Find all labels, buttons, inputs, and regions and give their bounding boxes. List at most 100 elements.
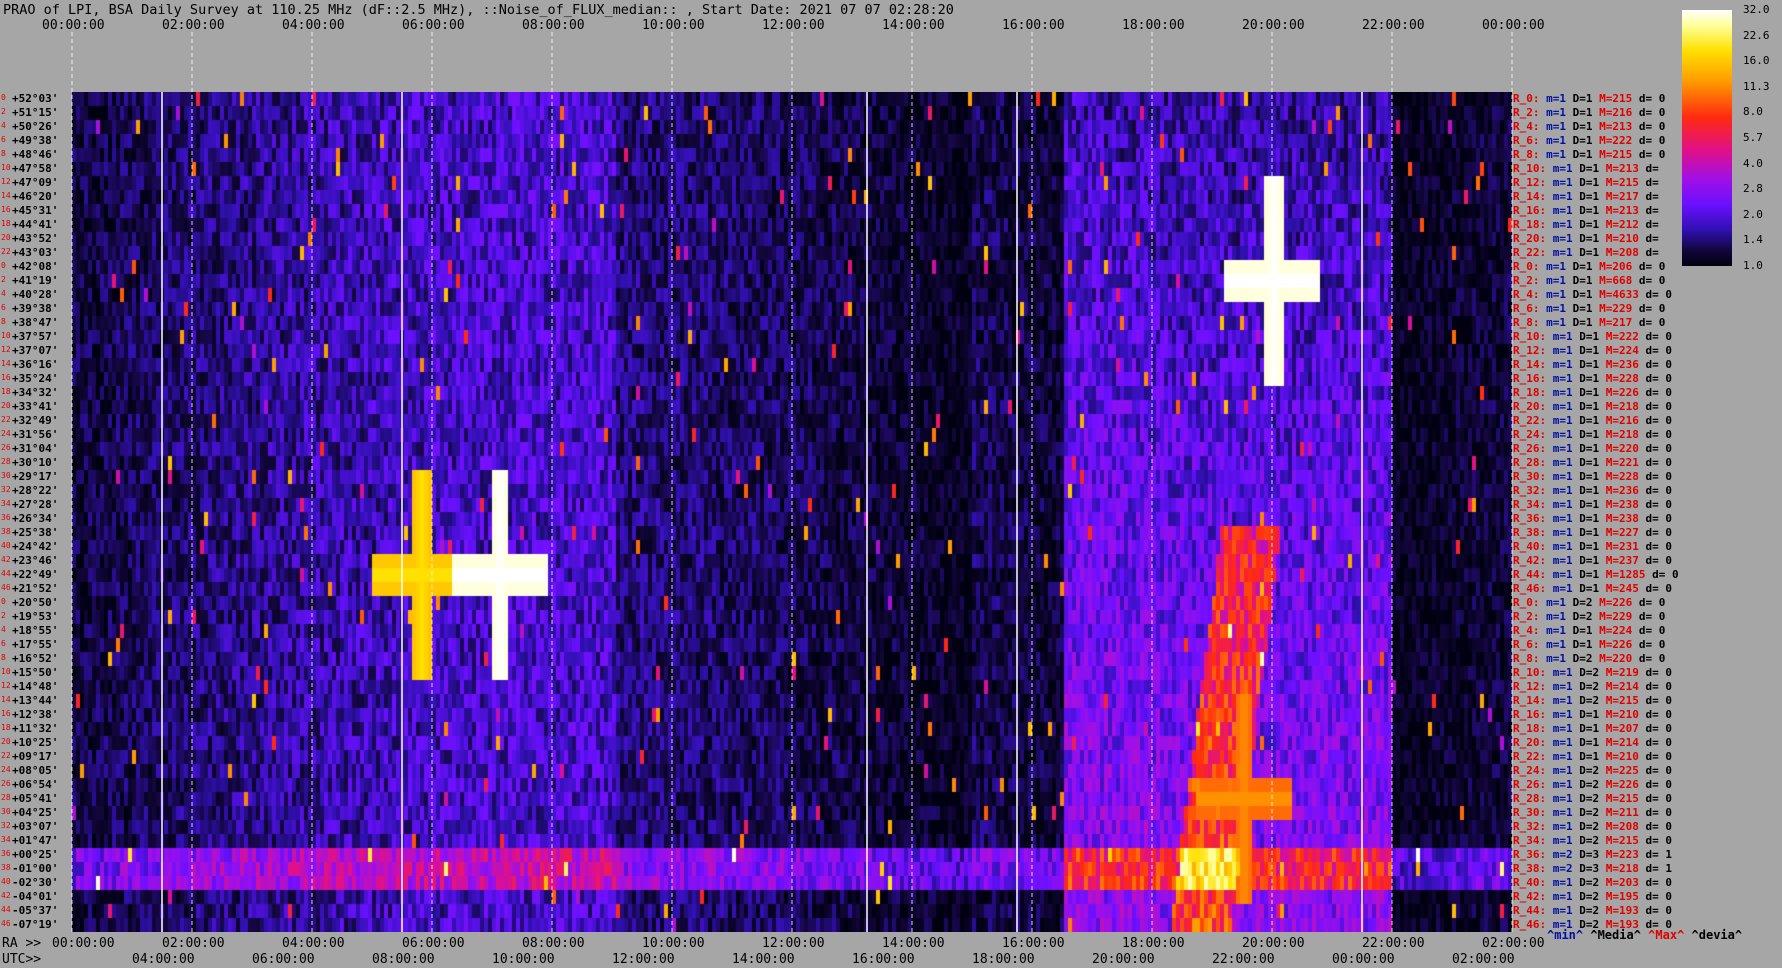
stat-devia: d=	[1645, 246, 1659, 259]
stat-ray: R_24:	[1513, 428, 1553, 441]
stat-ray: R_26:	[1513, 442, 1553, 455]
row-index: 26	[1, 443, 11, 452]
stat-ray: R_6:	[1513, 638, 1547, 651]
stat-row: R_28: m=1 D=2 M=215 d= 0	[1513, 792, 1672, 805]
row-index: 0	[1, 93, 6, 102]
stat-median: D=1	[1579, 512, 1606, 525]
stat-devia: d= 0	[1652, 568, 1679, 581]
stat-median: D=1	[1572, 288, 1600, 301]
stat-row: R_18: m=1 D=1 M=226 d= 0	[1513, 386, 1672, 399]
declination-label: +12°38'	[12, 708, 59, 721]
stat-row: R_10: m=1 D=2 M=219 d= 0	[1513, 666, 1672, 679]
heatmap-plot	[72, 92, 1512, 932]
stat-ray: R_30:	[1513, 806, 1553, 819]
stat-row: R_32: m=1 D=2 M=208 d= 0	[1513, 820, 1672, 833]
utc-tick-label: 04:00:00	[132, 952, 195, 967]
ra-tick-label: 14:00:00	[882, 936, 945, 951]
stat-max: M=223	[1605, 848, 1646, 861]
stat-devia: d= 0	[1645, 358, 1673, 371]
stat-devia: d=	[1645, 162, 1659, 175]
stat-median: D=1	[1572, 106, 1600, 119]
legend-min: ^min^	[1547, 928, 1584, 942]
ra-axis-label: RA >>	[2, 936, 42, 951]
stat-row: R_26: m=1 D=2 M=226 d= 0	[1513, 778, 1672, 791]
row-index: 36	[1, 513, 11, 522]
row-index: 4	[1, 625, 6, 634]
row-index: 12	[1, 177, 11, 186]
row-index: 0	[1, 261, 6, 270]
stat-ray: R_22:	[1513, 414, 1553, 427]
stat-median: D=1	[1572, 92, 1600, 105]
stat-median: D=2	[1579, 666, 1606, 679]
stat-devia: d= 0	[1638, 610, 1666, 623]
stat-median: D=2	[1579, 834, 1606, 847]
stat-min: m=1	[1552, 820, 1580, 833]
stat-row: R_42: m=1 D=1 M=237 d= 0	[1513, 554, 1672, 567]
stat-min: m=1	[1552, 708, 1580, 721]
stat-ray: R_22:	[1513, 750, 1553, 763]
stat-ray: R_4:	[1513, 624, 1547, 637]
stat-row: R_40: m=1 D=2 M=203 d= 0	[1513, 876, 1672, 889]
row-index: 32	[1, 485, 11, 494]
colorbar-tick-label: 22.6	[1743, 28, 1770, 42]
stat-row: R_18: m=1 D=1 M=207 d= 0	[1513, 722, 1672, 735]
stat-row: R_34: m=1 D=1 M=238 d= 0	[1513, 498, 1672, 511]
stat-max: M=220	[1605, 442, 1646, 455]
row-index: 30	[1, 471, 11, 480]
stat-devia: d= 0	[1645, 582, 1673, 595]
utc-tick-label: 12:00:00	[612, 952, 675, 967]
stat-min: m=1	[1552, 330, 1580, 343]
stat-row: R_38: m=2 D=3 M=218 d= 1	[1513, 862, 1672, 875]
stat-min: m=1	[1552, 666, 1580, 679]
stat-max: M=218	[1605, 862, 1646, 875]
stat-min: m=1	[1546, 106, 1573, 119]
stat-row: R_14: m=1 D=2 M=215 d= 0	[1513, 694, 1672, 707]
stat-devia: d= 0	[1645, 540, 1673, 553]
declination-label: +43°52'	[12, 232, 59, 245]
stat-row: R_20: m=1 D=1 M=214 d= 0	[1513, 736, 1672, 749]
stat-median: D=2	[1579, 778, 1606, 791]
stat-max: M=219	[1605, 666, 1646, 679]
stat-ray: R_12:	[1513, 176, 1553, 189]
stat-row: R_8: m=1 D=1 M=215 d= 0	[1513, 148, 1665, 161]
legend-max: ^Max^	[1648, 928, 1685, 942]
stat-max: M=226	[1599, 596, 1639, 609]
stat-min: m=1	[1552, 442, 1580, 455]
declination-label: +01°47'	[12, 834, 59, 847]
stat-devia: d= 0	[1645, 778, 1673, 791]
stat-row: R_12: m=1 D=1 M=224 d= 0	[1513, 344, 1672, 357]
stat-ray: R_18:	[1513, 386, 1553, 399]
stat-devia: d=	[1645, 190, 1659, 203]
stat-median: D=1	[1579, 582, 1606, 595]
row-index: 40	[1, 541, 11, 550]
row-index: 14	[1, 359, 11, 368]
stat-row: R_0: m=1 D=1 M=215 d= 0	[1513, 92, 1665, 105]
stat-row: R_24: m=1 D=1 M=218 d= 0	[1513, 428, 1672, 441]
stat-median: D=1	[1579, 540, 1606, 553]
row-index: 44	[1, 905, 11, 914]
stat-median: D=2	[1579, 876, 1606, 889]
ra-tick-label: 00:00:00	[52, 936, 115, 951]
row-index: 46	[1, 583, 11, 592]
stat-row: R_8: m=1 D=1 M=217 d= 0	[1513, 316, 1665, 329]
stat-median: D=1	[1579, 736, 1606, 749]
stat-median: D=1	[1579, 176, 1606, 189]
stat-median: D=1	[1579, 190, 1606, 203]
top-tick-label: 12:00:00	[762, 18, 825, 33]
stat-ray: R_0:	[1513, 92, 1547, 105]
stat-min: m=1	[1552, 582, 1580, 595]
stat-row: R_10: m=1 D=1 M=213 d=	[1513, 162, 1659, 175]
stat-min: m=1	[1552, 414, 1580, 427]
stat-min: m=1	[1552, 232, 1580, 245]
stat-devia: d= 0	[1645, 484, 1673, 497]
row-index: 6	[1, 135, 6, 144]
stat-min: m=1	[1552, 358, 1580, 371]
stat-min: m=1	[1552, 568, 1580, 581]
stat-row: R_38: m=1 D=1 M=227 d= 0	[1513, 526, 1672, 539]
declination-label: +24°42'	[12, 540, 59, 553]
colorbar-tick-label: 2.0	[1743, 207, 1763, 221]
ra-tick-label: 12:00:00	[762, 936, 825, 951]
stat-min: m=1	[1546, 610, 1573, 623]
row-index: 14	[1, 695, 11, 704]
colorbar-tick-label: 1.0	[1743, 259, 1763, 272]
